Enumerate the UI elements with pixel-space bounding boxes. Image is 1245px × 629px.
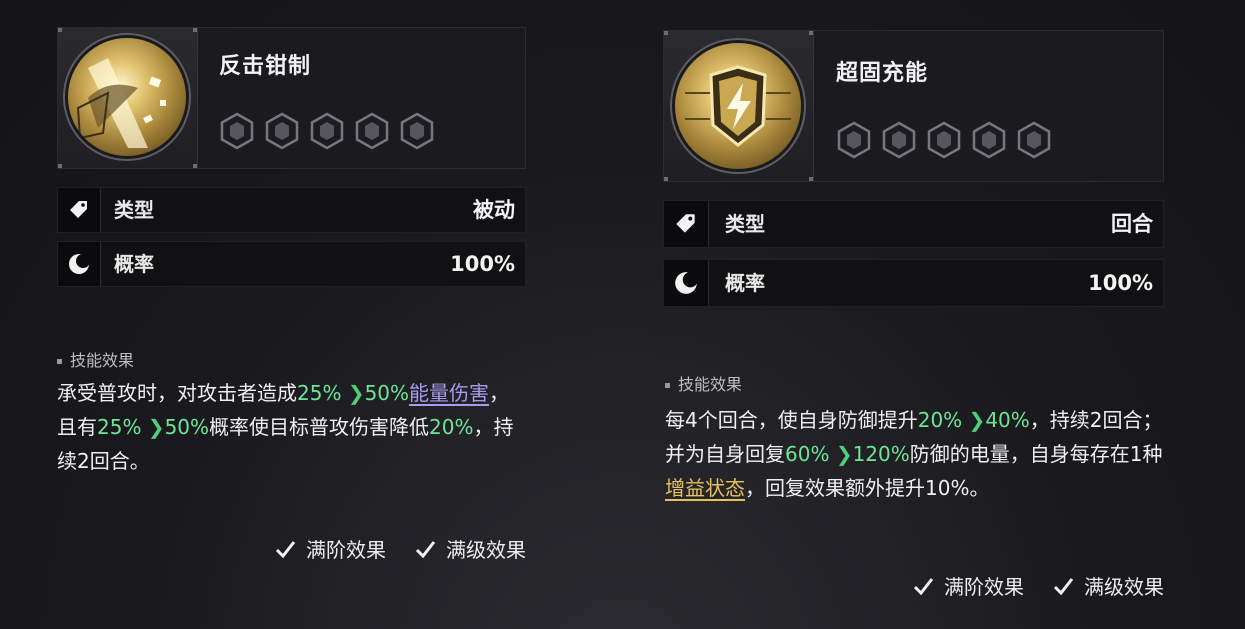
rate-row: 概率 100% bbox=[57, 241, 526, 287]
max-level-effect-checkbox[interactable]: 满级效果 bbox=[1052, 571, 1164, 600]
checkmark-icon bbox=[913, 577, 934, 595]
skill-title: 反击钳制 bbox=[219, 54, 312, 79]
checkmark-icon bbox=[415, 540, 436, 558]
skill-icon-frame[interactable] bbox=[664, 31, 814, 181]
type-value: 回合 bbox=[1111, 212, 1153, 236]
rate-label: 概率 bbox=[725, 271, 765, 295]
skill-header: 超固充能 bbox=[663, 30, 1164, 182]
max-stage-effect-checkbox[interactable]: 满阶效果 bbox=[912, 571, 1024, 600]
type-label: 类型 bbox=[114, 198, 154, 222]
rate-label: 概率 bbox=[114, 252, 154, 276]
hexagon-pip-icon bbox=[310, 112, 344, 150]
hexagon-pip-icon bbox=[265, 112, 299, 150]
hexagon-pip-icon bbox=[355, 112, 389, 150]
type-label: 类型 bbox=[725, 212, 765, 236]
hexagon-pip-icon bbox=[1017, 121, 1051, 159]
skill-header: 反击钳制 bbox=[57, 27, 526, 169]
hexagon-pip-icon bbox=[882, 121, 916, 159]
effect-toggles: 满阶效果 满级效果 bbox=[246, 534, 526, 563]
skill-card-counter-clamp: 反击钳制 类型 被动 概率 100% 技能效果 承受普攻时，对攻击者造成25% … bbox=[57, 27, 526, 627]
rate-value: 100% bbox=[1088, 271, 1153, 295]
moon-icon bbox=[664, 260, 709, 306]
skill-card-super-solid-charge: 超固充能 类型 回合 概率 100% 技能效果 每4个回合，使自身防御提升20%… bbox=[663, 30, 1164, 629]
energy-damage-link[interactable]: 能量伤害 bbox=[409, 381, 489, 405]
skill-level-pips bbox=[218, 112, 443, 150]
max-level-effect-checkbox[interactable]: 满级效果 bbox=[414, 534, 526, 563]
effect-toggles: 满阶效果 满级效果 bbox=[884, 571, 1164, 600]
max-stage-effect-checkbox[interactable]: 满阶效果 bbox=[274, 534, 386, 563]
tag-icon bbox=[664, 201, 709, 247]
skill-title: 超固充能 bbox=[836, 61, 929, 86]
type-row: 类型 回合 bbox=[663, 200, 1164, 248]
tag-icon bbox=[58, 188, 101, 232]
checkmark-icon bbox=[1053, 577, 1074, 595]
rate-row: 概率 100% bbox=[663, 259, 1164, 307]
hexagon-pip-icon bbox=[972, 121, 1006, 159]
effect-description: 承受普攻时，对攻击者造成25% ❯50%能量伤害，且有25% ❯50%概率使目标… bbox=[57, 381, 514, 473]
moon-icon bbox=[58, 242, 101, 286]
skill-icon-frame[interactable] bbox=[58, 28, 198, 168]
type-row: 类型 被动 bbox=[57, 187, 526, 233]
buff-status-link[interactable]: 增益状态 bbox=[665, 476, 745, 500]
skill-level-pips bbox=[835, 121, 1060, 159]
counter-clamp-skill-icon bbox=[68, 38, 186, 156]
effect-description: 每4个回合，使自身防御提升20% ❯40%，持续2回合；并为自身回复60% ❯1… bbox=[665, 408, 1163, 500]
type-value: 被动 bbox=[473, 198, 515, 222]
hexagon-pip-icon bbox=[927, 121, 961, 159]
checkmark-icon bbox=[275, 540, 296, 558]
hexagon-pip-icon bbox=[220, 112, 254, 150]
super-solid-charge-skill-icon bbox=[675, 43, 801, 169]
hexagon-pip-icon bbox=[400, 112, 434, 150]
rate-value: 100% bbox=[450, 252, 515, 276]
hexagon-pip-icon bbox=[837, 121, 871, 159]
effect-heading: 技能效果 bbox=[57, 347, 134, 371]
effect-heading: 技能效果 bbox=[665, 371, 742, 395]
